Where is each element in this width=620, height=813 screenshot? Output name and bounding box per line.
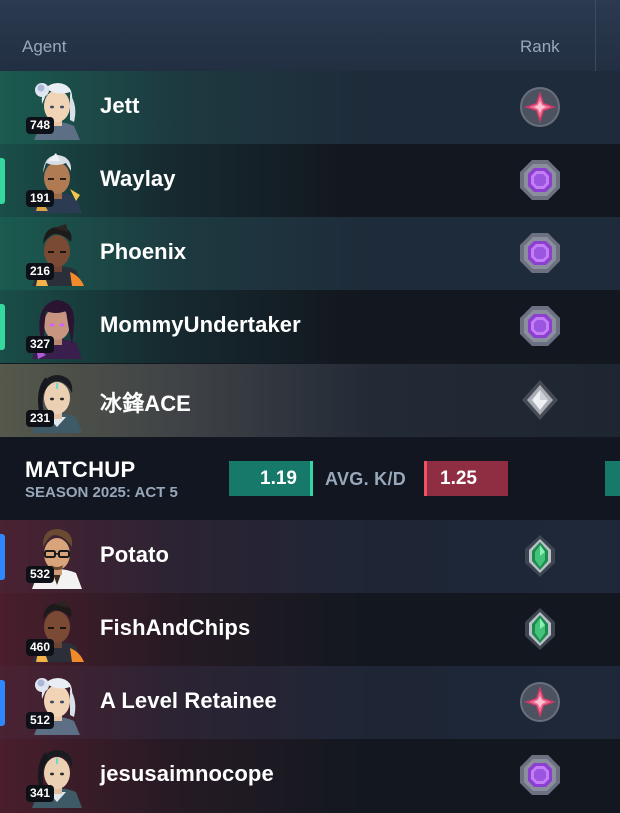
player-name[interactable]: Phoenix: [100, 239, 186, 265]
player-row[interactable]: 748 Jett: [0, 71, 620, 144]
avg-kd-label: AVG. K/D: [325, 469, 407, 489]
player-row-self[interactable]: 231 冰鋒ACE: [0, 364, 620, 437]
platinum-rank-icon: [517, 377, 563, 423]
team-a-kd-value: 1.19: [260, 468, 297, 489]
account-level-badge: 532: [26, 566, 54, 583]
player-name[interactable]: jesusaimnocope: [100, 761, 274, 787]
player-name[interactable]: MommyUndertaker: [100, 312, 301, 338]
player-name[interactable]: Waylay: [100, 166, 176, 192]
player-name[interactable]: Potato: [100, 542, 169, 568]
season-label: SEASON 2025: ACT 5: [25, 484, 178, 501]
rank-column-header[interactable]: Rank: [520, 37, 560, 57]
ascendant-rank-icon: [517, 157, 563, 203]
player-name[interactable]: 冰鋒ACE: [100, 386, 191, 418]
player-row[interactable]: 341 jesusaimnocope: [0, 739, 620, 813]
emerald-rank-icon: [517, 533, 563, 579]
account-level-badge: 460: [26, 639, 54, 656]
agent-column-header[interactable]: Agent: [22, 37, 66, 57]
player-name[interactable]: FishAndChips: [100, 615, 250, 641]
team-b-kd-box: 1.25: [424, 461, 508, 496]
team-a-kd-box: 1.19: [229, 461, 313, 496]
account-level-badge: 512: [26, 712, 54, 729]
party-indicator: [0, 680, 5, 726]
matchup-title: MATCHUP: [25, 457, 136, 482]
player-row[interactable]: 216 Phoenix: [0, 217, 620, 290]
matchup-bar: MATCHUP SEASON 2025: ACT 5 1.19 AVG. K/D…: [0, 438, 620, 520]
player-row[interactable]: 191 Waylay: [0, 144, 620, 217]
player-row[interactable]: 327 MommyUndertaker: [0, 290, 620, 363]
team-b-kd-value: 1.25: [440, 468, 477, 489]
player-row[interactable]: 460 FishAndChips: [0, 593, 620, 666]
player-name[interactable]: Jett: [100, 93, 140, 119]
diamond-rank-icon: [517, 84, 563, 130]
account-level-badge: 748: [26, 117, 54, 134]
player-name[interactable]: A Level Retainee: [100, 688, 277, 714]
account-level-badge: 341: [26, 785, 54, 802]
account-level-badge: 327: [26, 336, 54, 353]
account-level-badge: 231: [26, 410, 54, 427]
diamond-rank-icon: [517, 679, 563, 725]
player-row[interactable]: 532 Potato: [0, 520, 620, 593]
account-level-badge: 216: [26, 263, 54, 280]
party-indicator: [0, 304, 5, 350]
next-stat-box-partial: [605, 461, 620, 496]
party-indicator: [0, 158, 5, 204]
header-divider: [595, 0, 596, 71]
ascendant-rank-icon: [517, 752, 563, 798]
account-level-badge: 191: [26, 190, 54, 207]
party-indicator: [0, 534, 5, 580]
ascendant-rank-icon: [517, 230, 563, 276]
player-row[interactable]: 512 A Level Retainee: [0, 666, 620, 739]
scoreboard-header: Agent Rank: [0, 0, 620, 71]
emerald-rank-icon: [517, 606, 563, 652]
ascendant-rank-icon: [517, 303, 563, 349]
